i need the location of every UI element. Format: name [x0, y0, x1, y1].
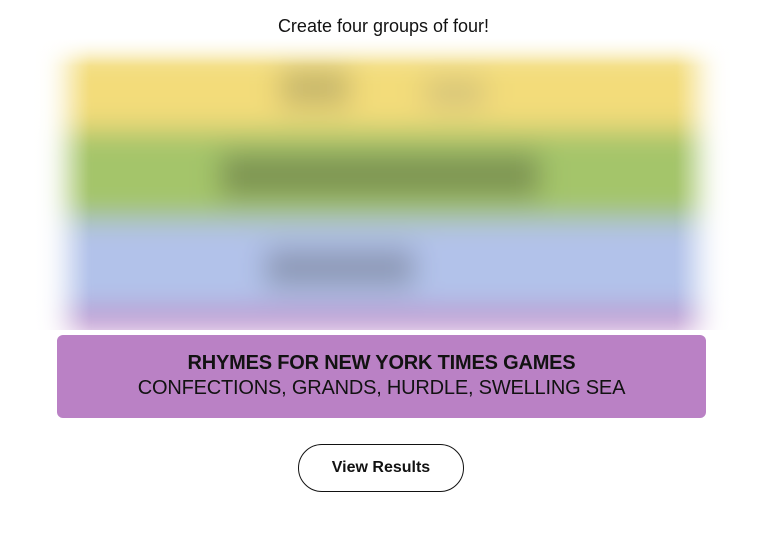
solved-group-purple: RHYMES FOR NEW YORK TIMES GAMES CONFECTI… [57, 335, 706, 418]
solved-group-title: RHYMES FOR NEW YORK TIMES GAMES [187, 352, 576, 374]
connections-results-page: Create four groups of four! RHYMES FOR N… [0, 0, 767, 533]
blurred-game-board [30, 38, 736, 330]
solved-group-members: CONFECTIONS, GRANDS, HURDLE, SWELLING SE… [137, 377, 626, 399]
view-results-button[interactable]: View Results [298, 444, 464, 492]
instructions-text: Create four groups of four! [277, 16, 490, 36]
blurred-board-graphic [30, 38, 736, 330]
blurred-purple-band [60, 310, 706, 330]
